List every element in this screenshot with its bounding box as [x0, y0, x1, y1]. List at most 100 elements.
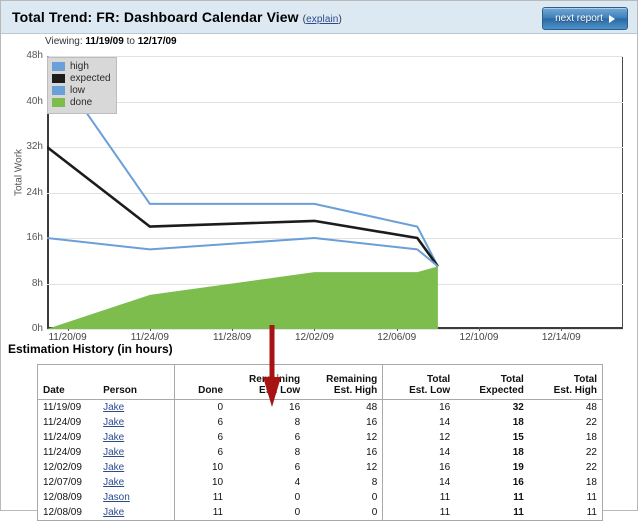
cell-person: Jake: [98, 460, 176, 475]
cell-texp: 19: [512, 462, 524, 473]
table-row: 12/02/09 Jake 10 6 12 16 19 22: [38, 460, 603, 475]
cell-person: Jake: [98, 430, 176, 445]
down-arrow-annotation: [263, 325, 281, 407]
cell-tlow: 16: [439, 462, 451, 473]
person-link[interactable]: Jake: [103, 477, 124, 488]
table-header-row: Date Person Done Remaining Est. Low Remaini…: [37, 364, 603, 400]
cell-rhigh: 8: [305, 475, 384, 490]
column-header-line2: Done: [198, 385, 224, 396]
cell-tlow: 12: [439, 432, 451, 443]
legend-item-done: done: [52, 97, 112, 108]
cell-thigh: 18: [585, 477, 597, 488]
page-title-text: Total Trend: FR: Dashboard Calendar View: [12, 9, 299, 25]
column-header-line2: Date: [43, 385, 65, 396]
cell-rhigh: 16: [305, 415, 384, 430]
y-tick-label: 8h: [31, 277, 43, 289]
cell-tlow: 14: [439, 417, 451, 428]
cell-done: 0: [217, 402, 224, 413]
person-link[interactable]: Jake: [103, 432, 124, 443]
legend-swatch-icon: [52, 98, 65, 107]
report-page: Total Trend: FR: Dashboard Calendar View…: [0, 0, 638, 521]
person-link[interactable]: Jake: [103, 462, 124, 473]
cell-date: 12/08/09: [43, 492, 82, 503]
table-row: 11/19/09 Jake 0 16 48 16 32 48: [38, 399, 603, 415]
legend-item-expected: expected: [52, 73, 112, 84]
cell-rlow: 4: [294, 477, 301, 488]
person-link[interactable]: Jake: [103, 507, 124, 518]
series-line-low: [47, 238, 438, 266]
column-header-line2: Est. High: [333, 385, 378, 396]
y-tick-label: 48h: [26, 50, 43, 61]
cell-person: Jake: [98, 445, 176, 460]
cell-person: Jake: [98, 505, 176, 521]
cell-texp: 11: [513, 507, 524, 518]
table-header: Date Person Done Remaining Est. Low Remaini…: [37, 364, 603, 400]
cell-person: Jake: [98, 475, 176, 490]
viewing-date-range: Viewing: 11/19/09 to 12/17/09: [45, 36, 177, 47]
cell-rlow: 8: [294, 417, 301, 428]
column-header-tlow: Total Est. Low: [382, 364, 456, 400]
legend-item-low: low: [52, 85, 112, 96]
legend-label: high: [70, 60, 89, 72]
column-header-line1: Total: [427, 374, 451, 385]
cell-rlow: 8: [294, 447, 301, 458]
table-row: 11/24/09 Jake 6 8 16 14 18 22: [38, 445, 603, 460]
person-link[interactable]: Jake: [103, 417, 124, 428]
x-tick-label: 12/02/09: [294, 332, 334, 343]
cell-person: Jason: [98, 490, 176, 505]
cell-date: 11/24/09: [43, 417, 82, 428]
table-row: 12/08/09 Jake 11 0 0 11 11 11: [38, 505, 603, 521]
next-report-button[interactable]: next report: [542, 7, 628, 30]
legend-swatch-icon: [52, 74, 65, 83]
cell-rhigh: 48: [305, 399, 384, 415]
cell-done: 10: [211, 477, 224, 488]
legend-label: low: [70, 84, 86, 96]
cell-done: 11: [212, 507, 224, 518]
estimation-history-table-wrapper: Date Person Done Remaining Est. Low Remaini…: [37, 364, 603, 521]
viewing-start-date: 11/19/09: [85, 36, 124, 47]
cell-person: Jake: [98, 399, 176, 415]
estimation-history-title: Estimation History (in hours): [8, 342, 173, 356]
cell-thigh: 22: [585, 417, 597, 428]
person-link[interactable]: Jason: [103, 492, 130, 503]
column-header-line1: [103, 374, 169, 385]
cell-person: Jake: [98, 415, 176, 430]
column-header-line2: Person: [103, 385, 138, 396]
total-trend-chart: 0h 8h 16h 24h 32h 40h 48h Total Work 11/20/09 1…: [1, 49, 637, 407]
column-header-line2: Est. High: [553, 385, 597, 396]
person-link[interactable]: Jake: [103, 402, 124, 413]
page-title: Total Trend: FR: Dashboard Calendar View…: [12, 9, 342, 25]
x-tick-label: 11/28/09: [213, 332, 252, 343]
cell-rhigh: 12: [305, 430, 384, 445]
cell-date: 11/19/09: [43, 402, 82, 413]
cell-date: 11/24/09: [43, 432, 82, 443]
cell-rhigh: 16: [305, 445, 384, 460]
column-header-thigh: Total Est. High: [528, 364, 603, 400]
table-row: 11/24/09 Jake 6 8 16 14 18 22: [38, 415, 603, 430]
explain-wrapper: (explain): [303, 14, 342, 25]
x-tick-label: 12/14/09: [541, 332, 581, 343]
person-link[interactable]: Jake: [103, 447, 124, 458]
next-report-label: next report: [555, 13, 603, 24]
column-header-rhigh: Remaining Est. High: [305, 364, 384, 400]
cell-date: 11/24/09: [43, 447, 82, 458]
cell-tlow: 16: [439, 402, 451, 413]
column-header-line2: Expected: [479, 385, 524, 396]
estimation-history-table: Date Person Done Remaining Est. Low Remaini…: [37, 364, 603, 521]
cell-tlow: 14: [439, 447, 451, 458]
cell-done: 6: [217, 417, 224, 428]
chevron-right-icon: [608, 14, 615, 23]
viewing-to: to: [126, 36, 135, 47]
cell-done: 6: [217, 447, 224, 458]
column-header-person: Person: [98, 364, 176, 400]
cell-texp: 18: [512, 417, 524, 428]
cell-texp: 15: [512, 432, 524, 443]
chart-series-svg: [47, 56, 623, 329]
legend-item-high: high: [52, 61, 112, 72]
explain-link[interactable]: explain: [306, 14, 338, 25]
cell-done: 10: [211, 462, 224, 473]
legend-label: expected: [70, 72, 111, 84]
cell-rlow: 6: [294, 462, 301, 473]
cell-rlow: 0: [294, 492, 301, 503]
column-header-date: Date: [37, 364, 99, 400]
